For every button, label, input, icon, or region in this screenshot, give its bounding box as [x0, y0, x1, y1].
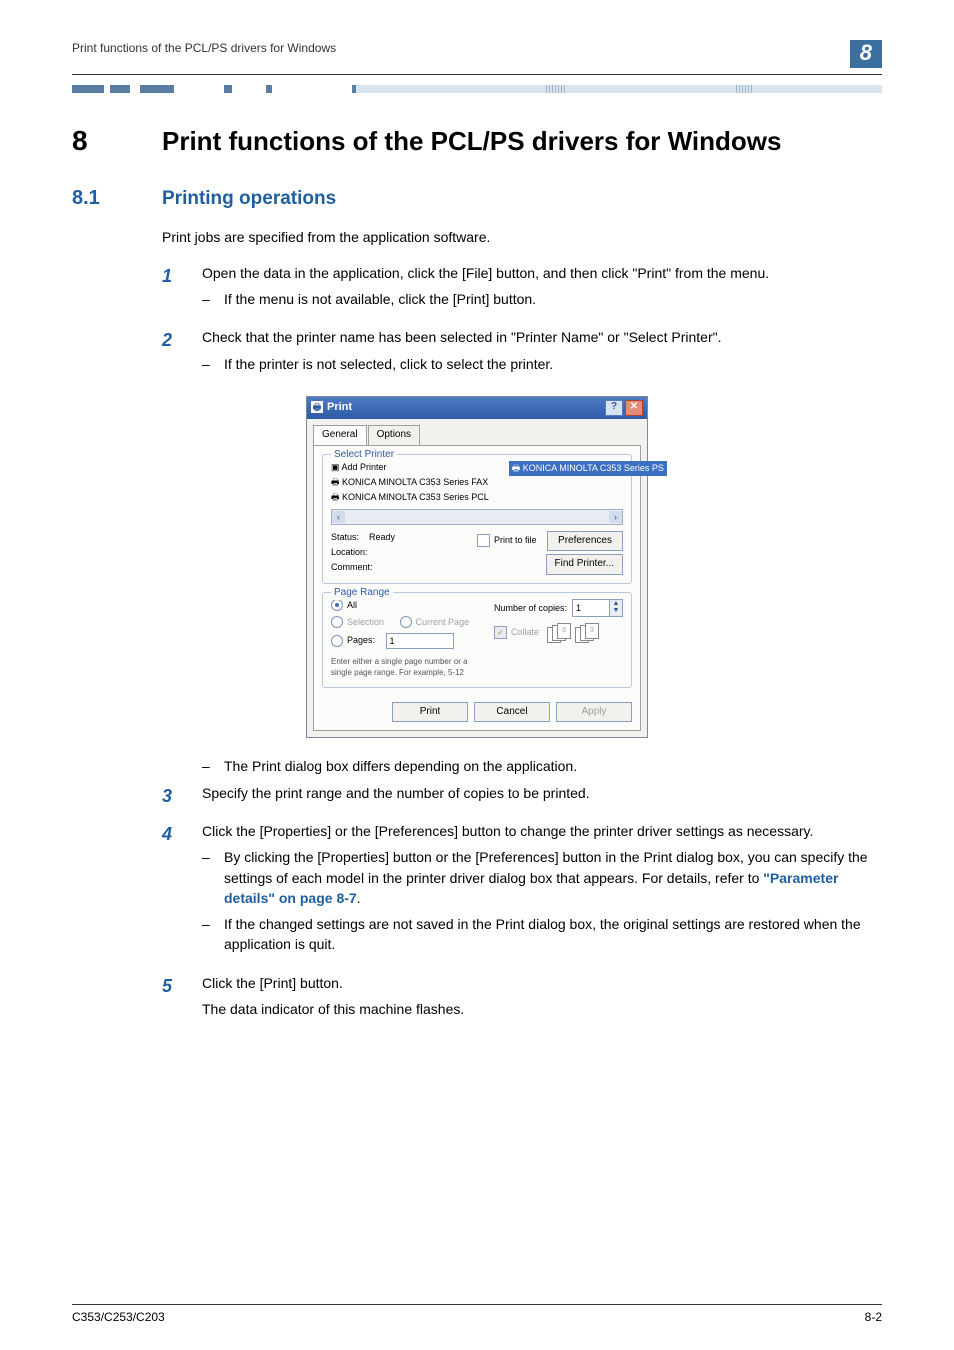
step-1-text: Open the data in the application, click …: [202, 263, 882, 283]
step-4-sub-2: –If the changed settings are not saved i…: [202, 914, 882, 955]
radio-pages-label: Pages:: [347, 634, 375, 647]
section-title: 8.1 Printing operations: [72, 184, 882, 213]
step-5-text: Click the [Print] button.: [202, 973, 882, 993]
apply-button: Apply: [556, 702, 632, 723]
collate-label: Collate: [511, 626, 539, 639]
chapter-badge: 8: [850, 40, 882, 68]
breadcrumb: Print functions of the PCL/PS drivers fo…: [72, 40, 336, 57]
step-number-3: 3: [162, 783, 202, 809]
radio-selection: [331, 616, 343, 628]
pages-input[interactable]: [386, 633, 454, 649]
step-1-sub-1: –If the menu is not available, click the…: [202, 289, 882, 309]
radio-current-page-label: Current Page: [416, 616, 470, 629]
collate-icon: 123 123: [547, 623, 599, 643]
step-2-sub-1: –If the printer is not selected, click t…: [202, 354, 882, 374]
radio-selection-label: Selection: [347, 616, 384, 629]
print-to-file-label: Print to file: [494, 534, 537, 547]
copies-spinner[interactable]: ▲▼: [609, 600, 622, 616]
printer-pcl-item[interactable]: 🖶 KONICA MINOLTA C353 Series PCL: [331, 491, 489, 504]
footer-right: 8-2: [865, 1309, 882, 1326]
printer-icon: 🖶: [311, 401, 323, 413]
collate-checkbox[interactable]: ✓: [494, 626, 507, 639]
step-number-5: 5: [162, 973, 202, 1026]
footer-left: C353/C253/C203: [72, 1309, 165, 1326]
step-4-text: Click the [Properties] or the [Preferenc…: [202, 821, 882, 841]
page-range-legend: Page Range: [331, 586, 393, 601]
print-dialog: 🖶 Print ? ✕ General Options Select Printe…: [306, 396, 648, 738]
print-to-file-checkbox[interactable]: [477, 534, 490, 547]
add-printer-item[interactable]: ▣ Add Printer: [331, 461, 489, 474]
radio-pages[interactable]: [331, 635, 343, 647]
step-number-2: 2: [162, 327, 202, 380]
cancel-button[interactable]: Cancel: [474, 702, 550, 723]
section-title-text: Printing operations: [162, 185, 336, 213]
step-3-text: Specify the print range and the number o…: [202, 783, 882, 803]
chapter-title-text: Print functions of the PCL/PS drivers fo…: [162, 123, 781, 161]
radio-current-page: [400, 616, 412, 628]
step-2-sub-2: –The Print dialog box differs depending …: [202, 756, 882, 776]
find-printer-button[interactable]: Find Printer...: [546, 554, 623, 575]
step-5-after: The data indicator of this machine flash…: [202, 999, 882, 1019]
chapter-number: 8: [72, 121, 162, 162]
status-value: Ready: [369, 532, 395, 542]
section-intro: Print jobs are specified from the applic…: [162, 227, 882, 247]
step-2-text: Check that the printer name has been sel…: [202, 327, 882, 347]
copies-label: Number of copies:: [494, 603, 567, 613]
tab-options[interactable]: Options: [368, 425, 420, 445]
step-number-1: 1: [162, 263, 202, 316]
select-printer-legend: Select Printer: [331, 448, 397, 463]
status-label: Status:: [331, 532, 359, 542]
printer-ps-item-selected[interactable]: 🖶 KONICA MINOLTA C353 Series PS: [509, 461, 667, 476]
comment-label: Comment:: [331, 561, 395, 574]
help-button[interactable]: ?: [605, 400, 623, 416]
chapter-title: 8 Print functions of the PCL/PS drivers …: [72, 121, 882, 162]
radio-all[interactable]: [331, 599, 343, 611]
step-number-4: 4: [162, 821, 202, 961]
step-4-sub-1: –By clicking the [Properties] button or …: [202, 847, 882, 908]
location-label: Location:: [331, 546, 395, 559]
decorative-bar: [72, 85, 882, 93]
radio-all-label: All: [347, 599, 357, 612]
close-button[interactable]: ✕: [625, 400, 643, 416]
scroll-right-icon[interactable]: ›: [609, 511, 622, 523]
scroll-left-icon[interactable]: ‹: [332, 511, 345, 523]
section-number: 8.1: [72, 184, 162, 213]
preferences-button[interactable]: Preferences: [547, 531, 623, 552]
pages-help-text: Enter either a single page number or a s…: [331, 656, 481, 679]
printer-list-scrollbar[interactable]: ‹ ›: [331, 509, 623, 525]
printer-fax-item[interactable]: 🖶 KONICA MINOLTA C353 Series FAX: [331, 476, 489, 489]
tab-general[interactable]: General: [313, 425, 367, 445]
dialog-title: Print: [327, 401, 352, 413]
print-button[interactable]: Print: [392, 702, 468, 723]
copies-input[interactable]: [573, 600, 609, 616]
